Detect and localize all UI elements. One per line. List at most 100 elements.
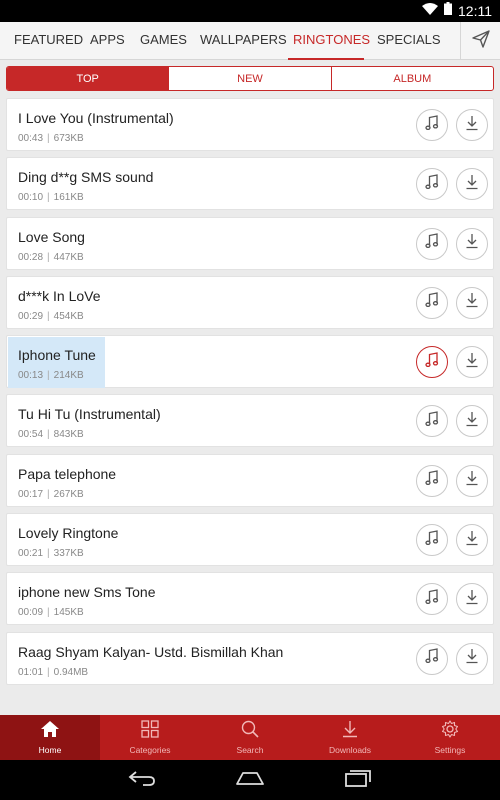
download-icon: [465, 470, 479, 491]
ringtone-duration: 00:10: [18, 192, 44, 204]
download-button[interactable]: [456, 583, 488, 616]
download-icon: [465, 115, 479, 136]
share-button[interactable]: [460, 22, 500, 60]
segment-top[interactable]: TOP: [7, 67, 169, 90]
ringtone-list: I Love You (Instrumental) 00:43 | 673KB Di…: [6, 98, 494, 691]
ringtone-duration: 00:43: [18, 133, 44, 144]
music-note-icon: [425, 292, 439, 313]
status-icons: 12:11: [422, 0, 492, 22]
download-button[interactable]: [456, 642, 488, 675]
ringtone-title: Love Song: [18, 228, 85, 245]
ringtone-row[interactable]: Raag Shyam Kalyan- Ustd. Bismillah Khan …: [6, 631, 494, 685]
ringtone-row[interactable]: Papa telephone 00:17 | 267KB: [6, 453, 494, 507]
nav-downloads[interactable]: Downloads: [300, 715, 400, 760]
play-button[interactable]: [416, 227, 448, 260]
meta-separator: |: [47, 607, 50, 619]
play-button[interactable]: [416, 168, 448, 201]
ringtone-size: 673KB: [53, 133, 84, 144]
segment-new[interactable]: NEW: [168, 67, 330, 90]
ringtone-size: 214KB: [53, 370, 84, 382]
ringtone-meta: 00:54 | 843KB: [18, 429, 84, 440]
play-button[interactable]: [416, 109, 448, 141]
download-icon: [465, 530, 479, 551]
ringtone-title: Iphone Tune: [18, 347, 96, 364]
download-icon: [341, 720, 359, 743]
meta-separator: |: [47, 310, 50, 322]
download-button[interactable]: [456, 286, 488, 319]
ringtone-row[interactable]: I Love You (Instrumental) 00:43 | 673KB: [6, 98, 494, 151]
meta-separator: |: [47, 429, 50, 441]
music-note-icon: [425, 351, 439, 373]
ringtone-filter-segments: TOP NEW ALBUM: [6, 66, 494, 91]
meta-separator: |: [47, 488, 50, 500]
nav-home[interactable]: Home: [0, 715, 100, 760]
tab-wallpapers[interactable]: WALLPAPERS: [200, 22, 287, 60]
gear-icon: [441, 720, 459, 743]
ringtone-title: Ding d**g SMS sound: [18, 169, 154, 186]
music-note-icon: [425, 114, 439, 136]
home-system-button[interactable]: [230, 768, 270, 792]
ringtone-duration: 01:01: [18, 666, 44, 678]
bottom-nav: Home Categories Search Downloads Setting…: [0, 715, 500, 760]
music-note-icon: [425, 470, 439, 491]
meta-separator: |: [47, 251, 50, 263]
download-button[interactable]: [456, 464, 488, 497]
play-button[interactable]: [416, 524, 448, 557]
download-button[interactable]: [456, 109, 488, 141]
tab-specials[interactable]: SPECIALS: [377, 22, 441, 60]
play-button[interactable]: [416, 286, 448, 319]
play-button[interactable]: [416, 642, 448, 675]
download-icon: [465, 233, 479, 254]
segment-album[interactable]: ALBUM: [330, 67, 493, 90]
top-tab-bar: FEATURED APPS GAMES WALLPAPERS RINGTONES…: [0, 22, 500, 60]
download-icon: [465, 411, 479, 432]
meta-separator: |: [47, 666, 50, 678]
status-bar: 12:11: [0, 0, 500, 22]
nav-label: Home: [38, 745, 62, 755]
tab-ringtones[interactable]: RINGTONES: [293, 22, 370, 60]
download-icon: [465, 648, 479, 669]
download-button[interactable]: [456, 524, 488, 557]
ringtone-row[interactable]: Love Song 00:28 | 447KB: [6, 216, 494, 270]
home-icon: [40, 720, 60, 743]
ringtone-size: 843KB: [53, 429, 84, 441]
download-icon: [465, 589, 479, 610]
recents-icon: [344, 768, 372, 793]
tab-apps[interactable]: APPS: [90, 22, 125, 60]
ringtone-meta: 00:13 | 214KB: [18, 370, 84, 381]
play-button[interactable]: [416, 464, 448, 497]
status-time: 12:11: [458, 3, 492, 19]
tab-featured[interactable]: FEATURED: [14, 22, 83, 60]
download-icon: [465, 352, 479, 373]
nav-categories[interactable]: Categories: [100, 715, 200, 760]
ringtone-meta: 00:09 | 145KB: [18, 607, 84, 618]
nav-settings[interactable]: Settings: [400, 715, 500, 760]
music-note-icon: [425, 233, 439, 254]
ringtone-row[interactable]: iphone new Sms Tone 00:09 | 145KB: [6, 572, 494, 626]
ringtone-meta: 00:21 | 337KB: [18, 548, 84, 559]
ringtone-row[interactable]: Ding d**g SMS sound 00:10 | 161KB: [6, 157, 494, 211]
ringtone-duration: 00:29: [18, 310, 44, 322]
music-note-icon: [425, 648, 439, 669]
tab-games[interactable]: GAMES: [140, 22, 187, 60]
play-button[interactable]: [416, 583, 448, 616]
ringtone-row[interactable]: Lovely Ringtone 00:21 | 337KB: [6, 513, 494, 567]
ringtone-size: 161KB: [53, 192, 84, 204]
download-button[interactable]: [456, 405, 488, 438]
back-button[interactable]: [122, 768, 162, 792]
nav-search[interactable]: Search: [200, 715, 300, 760]
download-button[interactable]: [456, 346, 488, 379]
ringtone-row[interactable]: Tu Hi Tu (Instrumental) 00:54 | 843KB: [6, 394, 494, 448]
ringtone-meta: 00:29 | 454KB: [18, 311, 84, 322]
active-tab-indicator: [288, 58, 364, 60]
ringtone-row-playing[interactable]: Iphone Tune 00:13 | 214KB: [6, 335, 494, 389]
music-note-icon: [425, 174, 439, 195]
ringtone-row[interactable]: d***k In LoVe 00:29 | 454KB: [6, 275, 494, 329]
play-button[interactable]: [416, 405, 448, 438]
download-button[interactable]: [456, 168, 488, 201]
music-note-icon: [425, 411, 439, 432]
play-button-active[interactable]: [416, 346, 448, 379]
recents-button[interactable]: [338, 768, 378, 792]
ringtone-duration: 00:17: [18, 488, 44, 500]
download-button[interactable]: [456, 227, 488, 260]
